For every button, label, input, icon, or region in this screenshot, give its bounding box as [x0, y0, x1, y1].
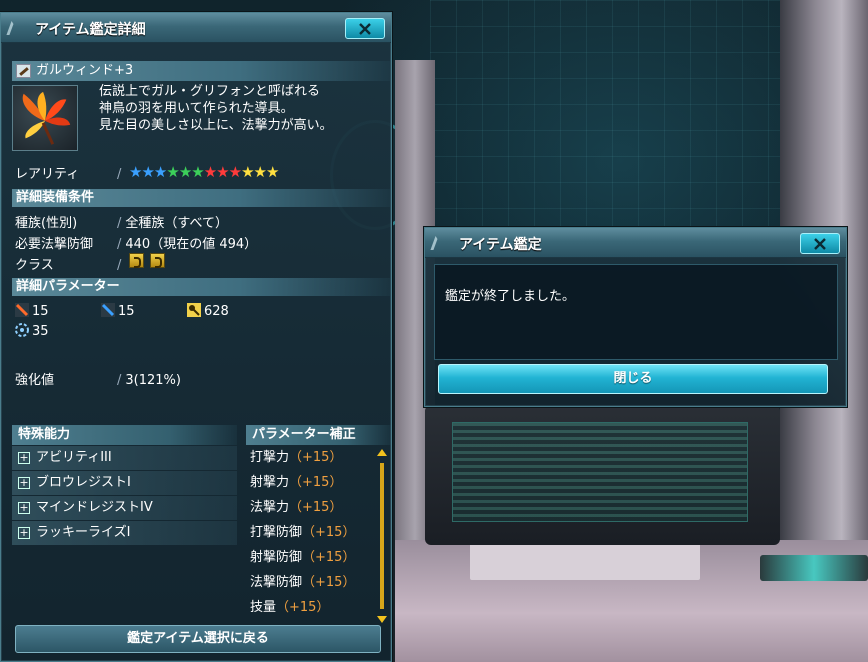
feather-icon [22, 91, 71, 145]
item-description: 伝説上でガル・グリフォンと呼ばれる 神鳥の羽を用いて作られた導具。 見た目の美し… [99, 83, 389, 134]
race-row: 種族(性別) / 全種族（すべて） [15, 212, 228, 231]
class-icons [129, 253, 171, 272]
ability-item[interactable]: + アビリティIII [12, 446, 237, 470]
force-class-icon[interactable] [129, 253, 144, 268]
bonus-scrollbar[interactable] [377, 449, 387, 623]
enhance-row: 強化値/3(121%) [15, 369, 181, 388]
rarity-label: レアリティ [15, 167, 80, 182]
back-to-selection-button[interactable]: 鑑定アイテム選択に戻る [15, 625, 381, 653]
dialog-title: アイテム鑑定 [459, 237, 542, 253]
background-screen [452, 422, 748, 522]
expand-icon: + [18, 451, 30, 464]
class-label: クラス [15, 258, 54, 273]
star-icon: ★ [241, 163, 254, 181]
bonus-row: 打撃防御（+15） [250, 525, 356, 540]
appraisal-dialog: アイテム鑑定 鑑定が終了しました。 閉じる [424, 227, 847, 407]
star-icon: ★ [203, 163, 217, 181]
wand-icon [187, 303, 201, 317]
close-icon [359, 22, 371, 35]
gun-icon [101, 303, 115, 317]
description-line: 神鳥の羽を用いて作られた導具。 [99, 101, 294, 116]
title-deco-icon [430, 236, 452, 250]
requirement-row: 必要法撃防御/440（現在の値 494） [15, 233, 257, 252]
star-icon: ★ [228, 163, 242, 181]
star-icon: ★ [253, 163, 267, 181]
ability-item[interactable]: + ラッキーライズI [12, 521, 237, 545]
scroll-down-icon[interactable] [377, 616, 387, 623]
bonus-row: 射撃力（+15） [250, 475, 343, 490]
weapon-type-icon [16, 64, 31, 78]
item-detail-window: アイテム鑑定詳細 ガルウィンド+3 伝説上でガル・グリフォンと呼ばれる 神鳥の羽… [0, 12, 392, 662]
techer-class-icon[interactable] [150, 253, 165, 268]
rarity-row: レアリティ / [15, 163, 125, 182]
item-thumbnail [12, 85, 78, 151]
star-icon: ★ [265, 163, 279, 181]
bonus-row: 法撃力（+15） [250, 500, 343, 515]
scroll-up-icon[interactable] [377, 449, 387, 456]
gear-icon [15, 323, 29, 337]
parameters-heading: 詳細パラメーター [12, 278, 390, 296]
param-bonus-heading: パラメーター補正 [246, 425, 391, 445]
class-row: クラス / [15, 254, 125, 273]
expand-icon: + [18, 501, 30, 514]
dialog-titlebar[interactable]: アイテム鑑定 [425, 228, 846, 258]
detail-titlebar[interactable]: アイテム鑑定詳細 [1, 13, 391, 43]
detail-title: アイテム鑑定詳細 [35, 22, 146, 38]
ability-item[interactable]: + ブロウレジストI [12, 471, 237, 495]
dialog-message-area: 鑑定が終了しました。 [434, 264, 838, 360]
dialog-close-x-button[interactable] [800, 233, 840, 254]
bonus-row: 法撃防御（+15） [250, 575, 356, 590]
detail-close-button[interactable] [345, 18, 385, 39]
sword-icon [15, 303, 29, 317]
race-value: 全種族（すべて） [125, 216, 228, 231]
param-special: 35 [15, 323, 49, 339]
param-bonus-panel: パラメーター補正 打撃力（+15） 射撃力（+15） 法撃力（+15） 打撃防御… [246, 425, 391, 629]
background-floorplate [470, 540, 700, 580]
ability-item[interactable]: + マインドレジストIV [12, 496, 237, 520]
bonus-row: 打撃力（+15） [250, 450, 343, 465]
scroll-track[interactable] [380, 463, 384, 609]
dialog-close-button[interactable]: 閉じる [438, 364, 828, 394]
star-icon: ★ [178, 163, 192, 181]
description-line: 見た目の美しさ以上に、法撃力が高い。 [99, 118, 333, 133]
item-name: ガルウィンド+3 [36, 63, 134, 78]
item-name-bar: ガルウィンド+3 [12, 61, 390, 81]
expand-icon: + [18, 526, 30, 539]
star-icon: ★ [129, 163, 142, 181]
star-icon: ★ [216, 163, 229, 181]
star-icon: ★ [166, 163, 179, 181]
rarity-stars: ★★★★★★★★★★★★ [129, 163, 279, 181]
star-icon: ★ [191, 163, 204, 181]
star-icon: ★ [141, 163, 154, 181]
title-deco-icon [6, 21, 28, 35]
abilities-heading: 特殊能力 [12, 425, 237, 445]
enhance-label: 強化値 [15, 373, 55, 388]
param-tech: 628 [187, 303, 229, 319]
equip-conditions-heading: 詳細装備条件 [12, 189, 390, 207]
star-icon: ★ [153, 163, 167, 181]
race-label: 種族(性別) [15, 216, 78, 231]
bonus-row: 射撃防御（+15） [250, 550, 356, 565]
requirement-value: 440（現在の値 494） [125, 237, 258, 252]
description-line: 伝説上でガル・グリフォンと呼ばれる [99, 84, 321, 99]
param-melee: 15 [15, 303, 49, 319]
close-icon [814, 237, 826, 250]
bonus-row: 技量（+15） [250, 600, 330, 615]
expand-icon: + [18, 476, 30, 489]
dialog-message: 鑑定が終了しました。 [445, 289, 576, 304]
special-abilities-panel: 特殊能力 + アビリティIII + ブロウレジストI + マインドレジストIV + ラッ… [12, 425, 237, 625]
requirement-label: 必要法撃防御 [15, 237, 94, 252]
enhance-value: 3(121%) [125, 373, 181, 388]
param-ranged: 15 [101, 303, 135, 319]
background-light [760, 555, 868, 581]
